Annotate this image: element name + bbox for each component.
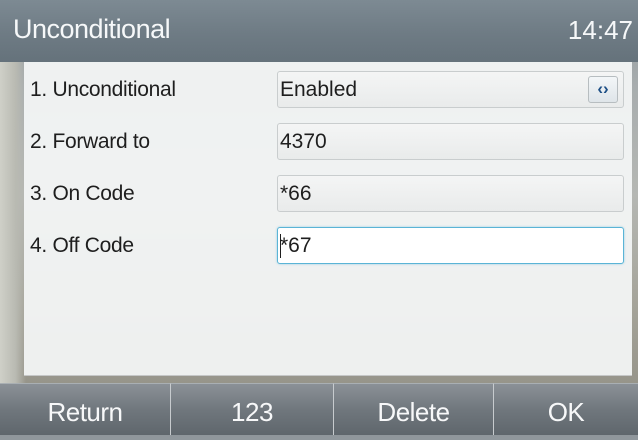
row-label: 4. Off Code xyxy=(30,234,134,257)
switch-icon[interactable]: ‹› xyxy=(588,76,618,103)
row-on-code[interactable]: 3. On Code *66 xyxy=(24,170,632,218)
title-bar: Unconditional 14:47 xyxy=(0,0,638,62)
wallpaper-edge xyxy=(0,60,26,390)
row-unconditional[interactable]: 1. Unconditional Enabled ‹› xyxy=(24,66,632,114)
row-label: 1. Unconditional xyxy=(30,78,176,101)
on-code-value: *66 xyxy=(280,182,312,205)
return-button[interactable]: Return xyxy=(0,383,170,435)
page-title: Unconditional xyxy=(13,14,171,44)
ok-button[interactable]: OK xyxy=(493,383,638,435)
row-label: 2. Forward to xyxy=(30,130,150,153)
row-label: 3. On Code xyxy=(30,182,135,205)
forward-to-value: 4370 xyxy=(280,130,327,153)
off-code-input[interactable]: *67 xyxy=(277,227,624,264)
unconditional-value: Enabled xyxy=(280,78,358,101)
softkey-bar: Return 123 Delete OK xyxy=(0,383,638,435)
row-off-code[interactable]: 4. Off Code *67 xyxy=(24,222,632,270)
unconditional-select[interactable]: Enabled ‹› xyxy=(277,71,624,108)
row-forward-to[interactable]: 2. Forward to 4370 xyxy=(24,118,632,166)
input-mode-button[interactable]: 123 xyxy=(170,383,333,435)
settings-panel: 1. Unconditional Enabled ‹› 2. Forward t… xyxy=(24,62,632,376)
forward-to-input[interactable]: 4370 xyxy=(277,123,624,160)
delete-button[interactable]: Delete xyxy=(333,383,493,435)
off-code-value: *67 xyxy=(280,234,312,257)
clock: 14:47 xyxy=(567,15,633,45)
on-code-input[interactable]: *66 xyxy=(277,175,624,212)
